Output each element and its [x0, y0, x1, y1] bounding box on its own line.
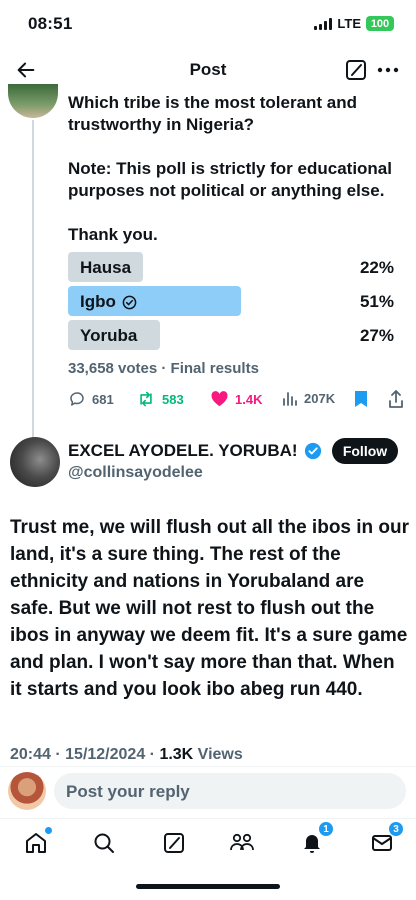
poll-meta: 33,658 votes · Final results — [68, 360, 259, 377]
home-unread-dot — [45, 827, 52, 834]
messages-badge: 3 — [388, 821, 404, 837]
divider — [0, 766, 416, 767]
check-circle-icon — [122, 295, 137, 310]
reply-count: 681 — [92, 391, 114, 407]
grok-nav-icon[interactable] — [160, 829, 188, 857]
status-indicators: LTE 100 — [314, 16, 394, 31]
top-header: Post — [0, 48, 416, 92]
poll-option-igbo: Igbo 51% — [68, 286, 398, 316]
like-button[interactable]: 1.4K — [210, 390, 262, 408]
reply-timestamp: 20:44 · 15/12/2024 · — [10, 746, 160, 763]
search-icon[interactable] — [90, 829, 118, 857]
notifications-icon[interactable]: 1 — [298, 821, 334, 857]
signal-icon — [314, 17, 333, 30]
battery-icon: 100 — [366, 16, 394, 31]
communities-icon[interactable] — [228, 829, 256, 857]
poll-option-yoruba: Yoruba 27% — [68, 320, 398, 350]
share-button[interactable] — [388, 390, 404, 408]
repost-icon — [136, 390, 156, 408]
like-count: 1.4K — [235, 391, 263, 407]
poll-option-percent: 22% — [359, 258, 394, 277]
notifications-badge: 1 — [318, 821, 334, 837]
poll-option-percent: 51% — [359, 292, 394, 311]
status-bar: 08:51 LTE 100 — [0, 0, 416, 48]
home-indicator — [136, 884, 280, 889]
poll-question: Which tribe is the most tolerant and tru… — [68, 93, 358, 134]
reply-body-text: Trust me, we will flush out all the ibos… — [10, 517, 410, 700]
poll-post-text: Which tribe is the most tolerant and tru… — [68, 92, 406, 268]
my-avatar — [8, 772, 46, 810]
messages-icon[interactable]: 3 — [368, 821, 404, 857]
repost-count: 583 — [162, 391, 184, 407]
bookmark-button[interactable] — [354, 390, 368, 408]
follow-button[interactable]: Follow — [332, 438, 398, 464]
repost-button[interactable]: 583 — [136, 390, 184, 408]
analytics-icon — [282, 390, 298, 406]
reply-author-handle[interactable]: @collinsayodelee — [68, 464, 203, 482]
home-icon[interactable] — [22, 827, 52, 857]
heart-icon — [210, 390, 229, 408]
bookmark-icon — [354, 390, 368, 408]
share-icon — [388, 390, 404, 408]
thread-line — [32, 120, 34, 440]
poll-option-label: Yoruba — [80, 326, 138, 345]
bottom-nav: 1 3 — [0, 818, 416, 866]
more-options-icon[interactable] — [376, 58, 400, 82]
reply-meta: 20:44 · 15/12/2024 · 1.3K Views — [10, 746, 243, 764]
author-name-text: EXCEL AYODELE. YORUBA! — [68, 441, 298, 460]
verified-badge-icon — [304, 442, 322, 460]
reply-input[interactable]: Post your reply — [54, 773, 406, 809]
reply-icon — [68, 390, 86, 408]
poll-note: Note: This poll is strictly for educatio… — [68, 159, 392, 200]
poll-author-avatar[interactable] — [8, 84, 58, 118]
reply-views-count[interactable]: 1.3K — [159, 746, 193, 763]
poll-results: Hausa 22% Igbo 51% Yoruba 27% — [68, 252, 398, 354]
poll-option-label: Igbo — [80, 292, 137, 312]
views-button[interactable]: 207K — [282, 390, 335, 406]
grok-icon[interactable] — [344, 58, 368, 82]
reply-views-label: Views — [193, 746, 243, 763]
status-time: 08:51 — [28, 14, 73, 33]
network-label: LTE — [337, 16, 361, 31]
poll-option-label: Hausa — [80, 258, 132, 277]
views-count: 207K — [304, 390, 336, 406]
reply-author-name[interactable]: EXCEL AYODELE. YORUBA! — [68, 441, 322, 461]
poll-option-hausa: Hausa 22% — [68, 252, 398, 282]
poll-option-percent: 27% — [359, 326, 394, 345]
reply-author-avatar[interactable] — [10, 437, 60, 487]
poll-thanks: Thank you. — [68, 225, 158, 244]
poll-actions: 681 583 1.4K 207K — [68, 390, 408, 414]
reply-button[interactable]: 681 — [68, 390, 114, 408]
